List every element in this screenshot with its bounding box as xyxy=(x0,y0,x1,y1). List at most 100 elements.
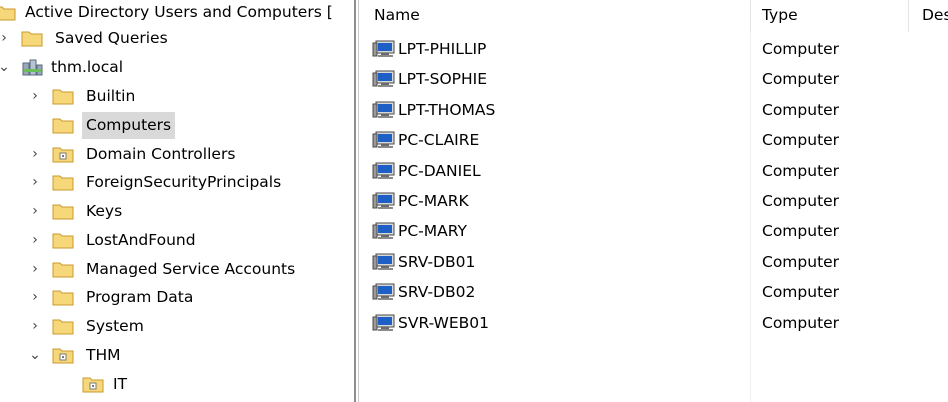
tree-root-label: Active Directory Users and Computers [ xyxy=(25,3,333,21)
list-row[interactable]: PC-DANIEL Computer xyxy=(360,156,948,186)
tree-item-label: Computers xyxy=(82,112,176,139)
computer-icon xyxy=(372,40,395,57)
chevron-down-icon[interactable]: ⌄ xyxy=(27,342,43,369)
tree-item-label: System xyxy=(86,317,144,335)
cell-type: Computer xyxy=(762,131,840,150)
tree-item-label: Saved Queries xyxy=(55,29,168,47)
tree-item-saved-queries[interactable]: › Saved Queries xyxy=(0,25,354,52)
cell-type: Computer xyxy=(762,161,840,180)
column-header-name[interactable]: Name xyxy=(360,0,748,32)
tree-item-label: LostAndFound xyxy=(86,231,196,249)
chevron-right-icon[interactable]: › xyxy=(27,141,43,168)
list-row[interactable]: SVR-WEB01 Computer xyxy=(360,308,948,338)
computer-icon xyxy=(372,253,395,270)
splitter-line xyxy=(358,0,359,402)
cell-name: SRV-DB02 xyxy=(398,283,476,302)
tree-item-foreign-security-principals[interactable]: › ForeignSecurityPrincipals xyxy=(0,169,354,196)
computer-icon xyxy=(372,101,395,118)
folder-icon xyxy=(52,290,74,306)
tree-item-label: Builtin xyxy=(86,87,136,105)
cell-name: PC-CLAIRE xyxy=(398,131,480,150)
folder-icon xyxy=(52,118,74,134)
list-row[interactable]: SRV-DB02 Computer xyxy=(360,277,948,307)
chevron-right-icon[interactable]: › xyxy=(27,169,43,196)
list-row[interactable]: LPT-SOPHIE Computer xyxy=(360,64,948,94)
computer-icon xyxy=(372,70,395,88)
folder-icon xyxy=(52,204,74,220)
chevron-right-icon[interactable]: › xyxy=(0,25,12,52)
tree-item-computers[interactable]: Computers xyxy=(0,112,354,139)
tree-item-system[interactable]: › System xyxy=(0,313,354,340)
tree-item-thm[interactable]: ⌄ THM xyxy=(0,342,354,369)
cell-name: PC-DANIEL xyxy=(398,161,481,180)
list-row[interactable]: PC-MARK Computer xyxy=(360,186,948,216)
folder-icon xyxy=(52,175,74,191)
cell-type: Computer xyxy=(762,70,840,89)
list-header: Name Type Des xyxy=(360,0,948,32)
tree-item-domain[interactable]: ⌄ thm.local xyxy=(0,54,354,81)
tree-item-it[interactable]: IT xyxy=(0,371,354,398)
cell-name: SRV-DB01 xyxy=(398,252,476,271)
ou-folder-icon xyxy=(52,147,74,163)
tree-item-program-data[interactable]: › Program Data xyxy=(0,284,354,311)
tree-item-label: thm.local xyxy=(51,58,124,76)
chevron-right-icon[interactable]: › xyxy=(27,227,43,254)
folder-icon xyxy=(52,89,74,105)
cell-type: Computer xyxy=(762,100,840,119)
splitter-line xyxy=(354,0,356,402)
list-row[interactable]: LPT-PHILLIP Computer xyxy=(360,34,948,64)
tree-item-label: Keys xyxy=(86,202,123,220)
ou-folder-icon xyxy=(82,377,104,393)
folder-icon xyxy=(52,233,74,249)
ou-folder-icon xyxy=(52,348,74,364)
tree-item-domain-controllers[interactable]: › Domain Controllers xyxy=(0,141,354,168)
computer-icon xyxy=(372,192,395,209)
cell-type: Computer xyxy=(762,313,840,332)
cell-type: Computer xyxy=(762,283,840,302)
cell-name: PC-MARK xyxy=(398,192,469,210)
column-header-type[interactable]: Type xyxy=(748,0,908,32)
cell-type: Computer xyxy=(762,222,840,241)
computer-icon xyxy=(372,314,395,331)
domain-icon xyxy=(22,59,43,76)
chevron-down-icon[interactable]: ⌄ xyxy=(0,54,12,81)
tree-root-node[interactable]: Active Directory Users and Computers [ xyxy=(0,0,354,26)
tree-item-label: IT xyxy=(113,375,128,393)
list-row[interactable]: PC-MARY Computer xyxy=(360,216,948,246)
cell-name: LPT-SOPHIE xyxy=(398,70,488,89)
tree-item-label: Program Data xyxy=(86,288,194,306)
chevron-right-icon[interactable]: › xyxy=(27,313,43,340)
tree-item-builtin[interactable]: › Builtin xyxy=(0,83,354,110)
cell-type: Computer xyxy=(762,40,840,58)
chevron-right-icon[interactable]: › xyxy=(27,256,43,283)
cell-name: LPT-THOMAS xyxy=(398,100,496,119)
tree-item-lost-and-found[interactable]: › LostAndFound xyxy=(0,227,354,254)
cell-type: Computer xyxy=(762,252,840,271)
computer-icon xyxy=(372,222,395,240)
console-tree[interactable]: Active Directory Users and Computers [ ›… xyxy=(0,0,354,402)
cell-name: PC-MARY xyxy=(398,222,467,241)
computer-icon xyxy=(372,283,395,301)
computer-icon xyxy=(372,162,395,179)
column-header-description[interactable]: Des xyxy=(908,0,948,32)
details-list[interactable]: Name Type Des LPT-PHILLIP Computer LPT-SOP… xyxy=(360,0,948,402)
cell-name: SVR-WEB01 xyxy=(398,313,490,332)
list-row[interactable]: LPT-THOMAS Computer xyxy=(360,95,948,125)
folder-icon xyxy=(52,262,74,278)
tree-item-keys[interactable]: › Keys xyxy=(0,198,354,225)
tree-item-label: Domain Controllers xyxy=(86,145,236,163)
chevron-right-icon[interactable]: › xyxy=(27,198,43,225)
cell-type: Computer xyxy=(762,192,840,210)
ad-console-icon xyxy=(0,6,16,21)
cell-name: LPT-PHILLIP xyxy=(398,40,487,58)
tree-item-label: Managed Service Accounts xyxy=(86,260,296,278)
list-row[interactable]: PC-CLAIRE Computer xyxy=(360,125,948,155)
folder-icon xyxy=(52,319,74,335)
chevron-right-icon[interactable]: › xyxy=(27,284,43,311)
folder-icon xyxy=(21,31,43,47)
computer-icon xyxy=(372,131,395,149)
tree-item-managed-service-accounts[interactable]: › Managed Service Accounts xyxy=(0,256,354,283)
tree-item-label: ForeignSecurityPrincipals xyxy=(86,173,282,191)
chevron-right-icon[interactable]: › xyxy=(27,83,43,110)
list-row[interactable]: SRV-DB01 Computer xyxy=(360,247,948,277)
